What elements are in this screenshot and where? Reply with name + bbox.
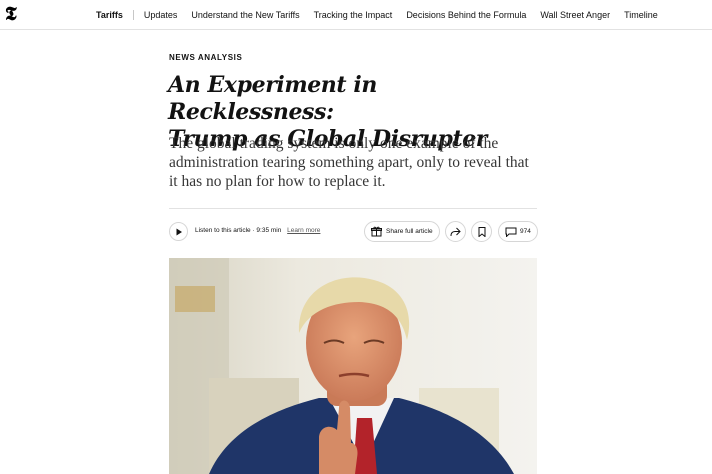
nav-item-understand-tariffs[interactable]: Understand the New Tariffs	[191, 10, 299, 20]
listen-label-row: Listen to this article · 9:35 min Learn …	[195, 227, 320, 234]
nav-item-decisions-formula[interactable]: Decisions Behind the Formula	[406, 10, 526, 20]
nav-item-timeline[interactable]: Timeline	[624, 10, 658, 20]
hero-photo-illustration	[169, 258, 537, 474]
nav-item-tracking-impact[interactable]: Tracking the Impact	[314, 10, 393, 20]
comment-bubble-icon	[505, 227, 517, 237]
play-audio-button[interactable]	[169, 222, 188, 241]
bookmark-icon	[478, 226, 485, 237]
share-label: Share full article	[386, 228, 433, 235]
article-summary: The global trading system is only one ex…	[169, 135, 529, 190]
nav-divider	[132, 10, 134, 20]
share-full-article-button[interactable]: Share full article	[364, 221, 440, 242]
share-button[interactable]	[445, 221, 466, 242]
listen-label: Listen to this article · 9:35 min	[195, 227, 282, 234]
article-toolbar: Listen to this article · 9:35 min Learn …	[169, 208, 538, 252]
nav-item-wall-street-anger[interactable]: Wall Street Anger	[540, 10, 610, 20]
nav-item-updates[interactable]: Updates	[144, 10, 178, 20]
learn-more-link[interactable]: Learn more	[287, 227, 320, 234]
play-icon	[176, 228, 182, 235]
save-button[interactable]	[471, 221, 492, 242]
top-navigation-bar: 𝕿 Tariffs Updates Understand the New Tar…	[0, 0, 712, 30]
section-nav: Tariffs Updates Understand the New Tarif…	[96, 0, 672, 30]
article-kicker: NEWS ANALYSIS	[169, 53, 243, 62]
share-arrow-icon	[450, 227, 461, 236]
nav-item-tariffs[interactable]: Tariffs	[96, 10, 123, 20]
nyt-logo-icon[interactable]: 𝕿	[5, 4, 19, 24]
gift-icon	[371, 226, 382, 237]
headline-line-1: An Experiment in Recklessness:	[168, 72, 377, 125]
comments-button[interactable]: 974	[498, 221, 538, 242]
comments-count: 974	[520, 228, 531, 235]
hero-image	[169, 258, 537, 474]
